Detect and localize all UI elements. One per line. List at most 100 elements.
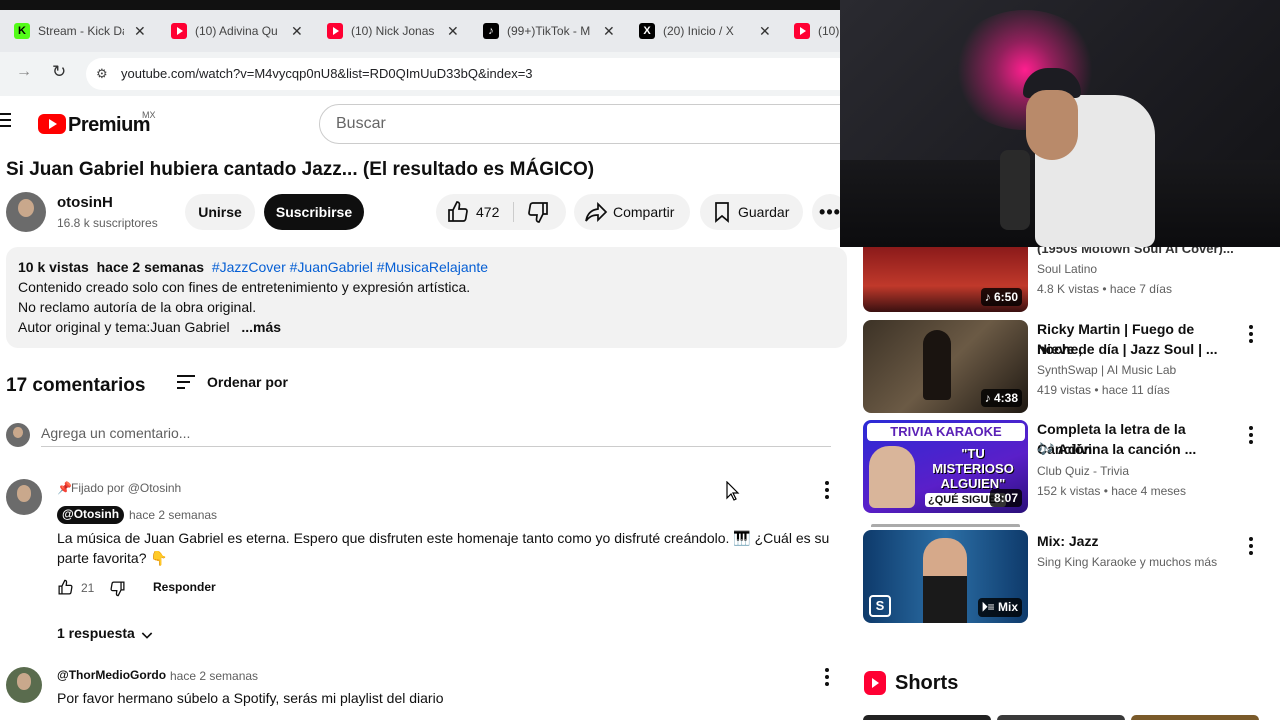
like-dislike-group: 472	[436, 194, 566, 230]
description-line: Autor original y tema:Juan Gabriel ...má…	[18, 319, 281, 335]
hashtags[interactable]: #JazzCover #JuanGabriel #MusicaRelajante	[212, 259, 488, 275]
url-text: youtube.com/watch?v=M4vycqp0nU8&list=RD0…	[121, 66, 533, 81]
short-thumbnail[interactable]	[997, 715, 1125, 720]
description-meta: 10 k vistas hace 2 semanas #JazzCover #J…	[18, 259, 488, 275]
share-label: Compartir	[613, 204, 675, 220]
browser-tab-x[interactable]: X (20) Inicio / X ✕	[639, 16, 771, 46]
mouse-cursor-icon	[726, 481, 740, 501]
comment-more-icon[interactable]	[825, 668, 829, 689]
join-label: Unirse	[198, 204, 242, 220]
sidebar-channel[interactable]: Club Quiz - Trivia	[1037, 464, 1129, 478]
share-icon	[585, 201, 608, 223]
forward-icon[interactable]: →	[16, 63, 32, 81]
sidebar-meta: 419 vistas • hace 11 días	[1037, 383, 1170, 397]
close-tab-icon[interactable]: ✕	[447, 23, 459, 40]
close-tab-icon[interactable]: ✕	[759, 23, 771, 40]
browser-tab-kick[interactable]: K Stream - Kick Da ✕	[14, 16, 146, 46]
video-thumbnail[interactable]: ♪ 6:50	[863, 247, 1028, 312]
reply-button[interactable]: Responder	[153, 580, 216, 594]
browser-tab-tiktok[interactable]: ♪ (99+)TikTok - M ✕	[483, 16, 615, 46]
comment-author[interactable]: @ThorMedioGordo	[57, 668, 166, 682]
subscriber-count: 16.8 k suscriptores	[57, 216, 158, 230]
short-thumbnail[interactable]	[863, 715, 991, 720]
comments-count: 17 comentarios	[6, 375, 146, 396]
tiktok-icon: ♪	[483, 23, 499, 39]
comment-more-icon[interactable]	[825, 481, 829, 502]
duration-text: 8:07	[993, 491, 1018, 505]
video-thumbnail[interactable]: TRIVIA KARAOKE "TU MISTERIOSO ALGUIEN" ¿…	[863, 420, 1028, 513]
window-top-bar	[0, 0, 840, 10]
tab-title: Stream - Kick Da	[38, 24, 124, 38]
description-box[interactable]: 10 k vistas hace 2 semanas #JazzCover #J…	[6, 247, 847, 348]
show-more-link[interactable]: ...más	[241, 319, 281, 335]
replies-toggle[interactable]: 1 respuesta	[57, 625, 135, 641]
close-tab-icon[interactable]: ✕	[291, 23, 303, 40]
comment-author-badge[interactable]: @Otosinh	[57, 506, 125, 524]
thumbnail-text: TRIVIA KARAOKE	[867, 423, 1025, 441]
save-label: Guardar	[738, 204, 790, 220]
sidebar-video-title[interactable]: 🎶 Adivina la canción ...	[1037, 439, 1237, 459]
commenter-avatar[interactable]	[6, 667, 42, 703]
chevron-down-icon[interactable]	[139, 627, 155, 643]
mix-badge: ⏵≡ Mix	[977, 598, 1022, 617]
brand-label[interactable]: Premium	[68, 114, 151, 137]
site-settings-icon[interactable]: ⚙	[96, 66, 108, 82]
duration-badge: 8:07	[989, 489, 1022, 507]
comment-input-underline	[41, 446, 831, 447]
short-thumbnail[interactable]	[1131, 715, 1259, 720]
description-line-text: Autor original y tema:Juan Gabriel	[18, 319, 230, 335]
channel-avatar[interactable]	[6, 192, 46, 232]
close-tab-icon[interactable]: ✕	[603, 23, 615, 40]
video-thumbnail[interactable]: ♪ 4:38	[863, 320, 1028, 413]
tab-strip: K Stream - Kick Da ✕ (10) Adivina Qu ✕ (…	[0, 10, 840, 52]
duration-text: 6:50	[993, 290, 1018, 304]
menu-icon[interactable]	[0, 113, 12, 127]
like-button[interactable]	[446, 200, 470, 227]
sidebar-channel[interactable]: SynthSwap | AI Music Lab	[1037, 363, 1176, 377]
sidebar-more-icon[interactable]	[1249, 426, 1253, 447]
comment-like-count: 21	[81, 581, 95, 595]
region-label: MX	[142, 110, 156, 120]
subscribe-button[interactable]: Suscribirse	[264, 194, 364, 230]
tab-title: (20) Inicio / X	[663, 24, 734, 38]
join-button[interactable]: Unirse	[185, 194, 255, 230]
mix-stack-edge	[871, 524, 1020, 527]
url-field[interactable]: ⚙ youtube.com/watch?v=M4vycqp0nU8&list=R…	[86, 58, 840, 90]
comment-time[interactable]: hace 2 semanas	[129, 508, 217, 522]
sort-button[interactable]: Ordenar por	[207, 374, 288, 390]
comment-text: La música de Juan Gabriel es eterna. Esp…	[57, 530, 830, 546]
add-comment-input[interactable]: Agrega un comentario...	[41, 425, 190, 441]
sidebar-video-title[interactable]: Nieve de día | Jazz Soul | ...	[1037, 339, 1237, 359]
microphone	[1000, 150, 1030, 230]
video-title: Si Juan Gabriel hubiera cantado Jazz... …	[6, 159, 595, 180]
channel-name[interactable]: otosinH	[57, 194, 113, 211]
comment-text: Por favor hermano súbelo a Spotify, será…	[57, 690, 444, 706]
search-input[interactable]: Buscar	[319, 104, 849, 144]
browser-tab-youtube-3[interactable]: (10)	[794, 16, 840, 46]
comment-text: parte favorita? 👇	[57, 550, 168, 566]
sort-icon[interactable]	[177, 375, 197, 389]
sidebar-more-icon[interactable]	[1249, 325, 1253, 346]
sidebar-video-title[interactable]: Mix: Jazz	[1037, 531, 1237, 551]
sidebar-channel[interactable]: Sing King Karaoke y muchos más	[1037, 555, 1217, 569]
webcam-overlay	[840, 0, 1280, 247]
person-face	[1026, 90, 1078, 160]
comment-dislike-icon[interactable]	[109, 580, 126, 597]
share-button[interactable]: Compartir	[574, 194, 690, 230]
sidebar-more-icon[interactable]	[1249, 537, 1253, 558]
dislike-button[interactable]	[526, 200, 550, 227]
close-tab-icon[interactable]: ✕	[134, 23, 146, 40]
youtube-icon	[171, 23, 187, 39]
reload-icon[interactable]: ↻	[52, 62, 66, 82]
comment-time[interactable]: hace 2 semanas	[170, 669, 258, 683]
save-button[interactable]: Guardar	[700, 194, 803, 230]
youtube-logo-icon[interactable]	[38, 114, 66, 134]
mix-thumbnail[interactable]: S ⏵≡ Mix	[863, 530, 1028, 623]
view-count: 10 k vistas	[18, 259, 89, 275]
browser-tab-youtube-2[interactable]: (10) Nick Jonas ✕	[327, 16, 459, 46]
comment-like-icon[interactable]	[57, 579, 74, 596]
sidebar-meta: 4.8 K vistas • hace 7 días	[1037, 282, 1172, 296]
commenter-avatar[interactable]	[6, 479, 42, 515]
browser-tab-youtube-1[interactable]: (10) Adivina Qu ✕	[171, 16, 303, 46]
sidebar-channel[interactable]: Soul Latino	[1037, 262, 1097, 276]
